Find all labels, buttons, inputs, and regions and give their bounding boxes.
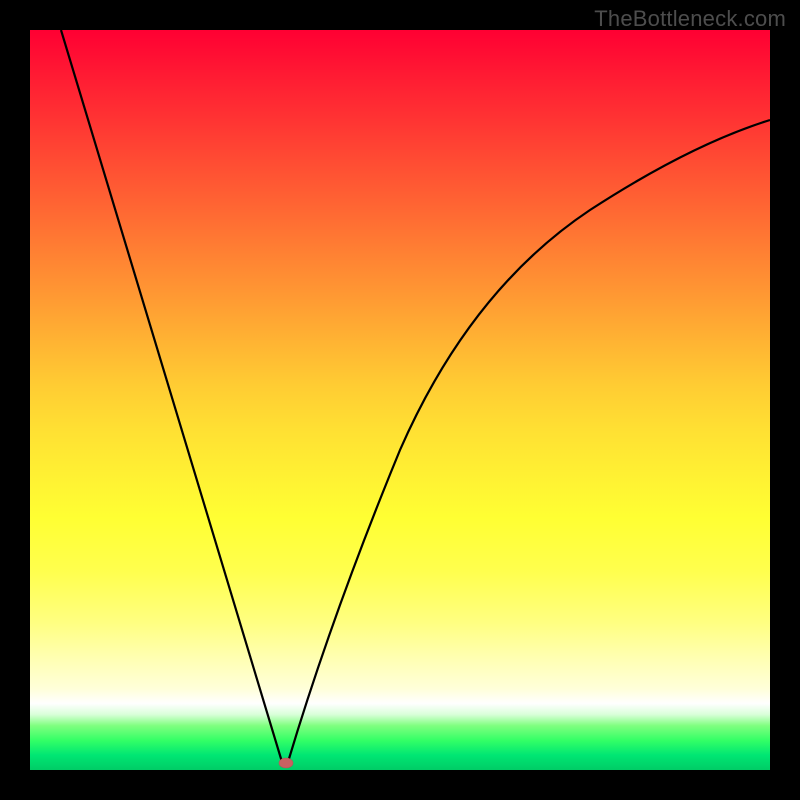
curve-layer (30, 30, 770, 770)
curve-left-branch (61, 30, 282, 762)
minimum-marker (279, 758, 293, 768)
chart-frame: TheBottleneck.com (0, 0, 800, 800)
plot-area (30, 30, 770, 770)
curve-right-branch (288, 120, 770, 762)
watermark-text: TheBottleneck.com (594, 6, 786, 32)
